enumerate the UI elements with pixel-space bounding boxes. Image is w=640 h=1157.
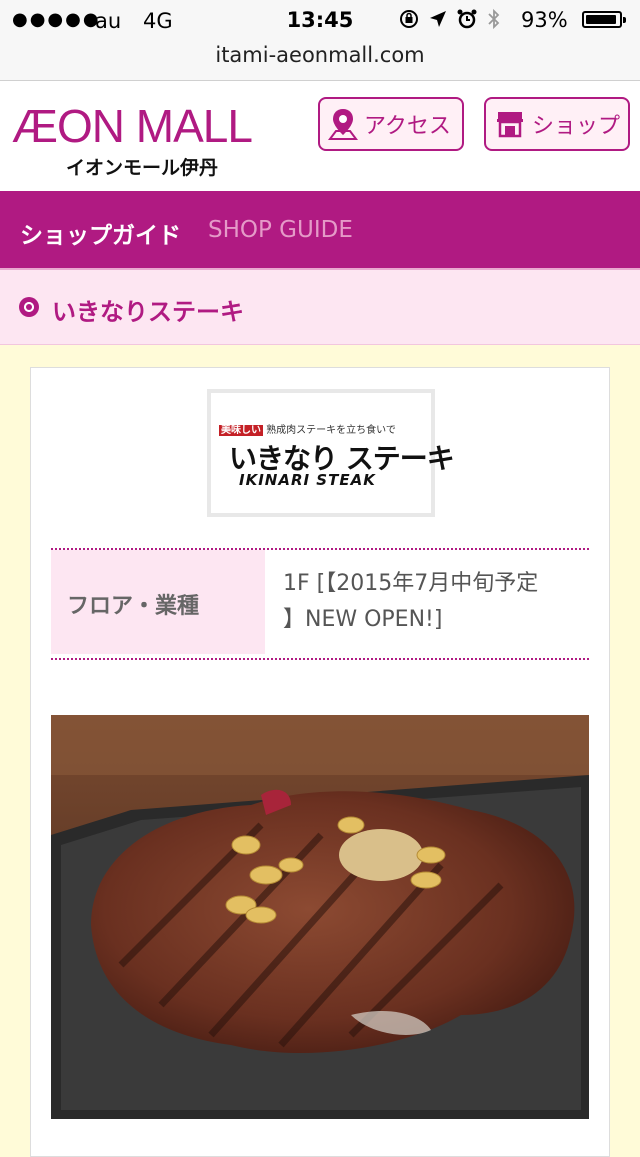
access-label: アクセス: [364, 114, 451, 139]
shop-label: ショップ: [532, 114, 621, 139]
access-button[interactable]: アクセス: [318, 97, 464, 151]
floor-value: 1F [【2015年7月中旬予定 】NEW OPEN!]: [283, 566, 583, 638]
alarm-icon: [457, 9, 477, 29]
status-icons: [398, 8, 502, 30]
site-header: ÆON MALL イオンモール伊丹 アクセス ショップ: [0, 81, 640, 191]
bullet-icon: [19, 297, 39, 317]
shop-logo: 美味しい 熟成肉ステーキを立ち食いで いきなり ステーキ IKINARI STE…: [207, 389, 455, 517]
shop-info-table: フロア・業種 1F [【2015年7月中旬予定 】NEW OPEN!]: [51, 548, 589, 660]
battery-nub: [623, 17, 626, 23]
battery-icon: [582, 11, 626, 28]
shop-button[interactable]: ショップ: [484, 97, 630, 151]
shop-guide-title: ショップガイド: [20, 223, 181, 249]
shop-logo-tagline: 美味しい 熟成肉ステーキを立ち食いで: [219, 425, 396, 436]
logo-subtitle: イオンモール伊丹: [66, 157, 219, 179]
status-bar: ●●●●● au 4G 13:45 93%: [0, 0, 640, 40]
shop-detail-card: 美味しい 熟成肉ステーキを立ち食いで いきなり ステーキ IKINARI STE…: [30, 367, 610, 1157]
map-pin-icon: [328, 109, 358, 140]
battery-percent: 93%: [521, 8, 568, 32]
url-text[interactable]: itami-aeonmall.com: [215, 43, 424, 67]
shop-name-bar: いきなりステーキ: [0, 270, 640, 345]
bluetooth-icon: [488, 8, 500, 30]
shop-guide-title-en: SHOP GUIDE: [208, 217, 353, 243]
floor-value-line1: 1F [【2015年7月中旬予定: [283, 571, 539, 596]
battery-fill: [586, 15, 616, 24]
location-icon: [430, 11, 446, 27]
logo-wordmark: ÆON MALL: [12, 100, 253, 152]
shop-guide-bar: ショップガイド SHOP GUIDE: [0, 194, 640, 270]
address-bar[interactable]: itami-aeonmall.com: [0, 40, 640, 81]
steak-photo-image: [51, 715, 589, 1119]
floor-label: フロア・業種: [51, 550, 265, 654]
steak-photo: [51, 715, 589, 1119]
aeon-mall-logo[interactable]: ÆON MALL イオンモール伊丹: [12, 100, 253, 179]
floor-value-line2: 】NEW OPEN!]: [283, 607, 443, 632]
shop-name: いきなりステーキ: [52, 298, 244, 326]
rotation-lock-icon: [400, 10, 418, 28]
shop-logo-text-en: IKINARI STEAK: [239, 471, 376, 489]
storefront-icon: [497, 112, 523, 138]
